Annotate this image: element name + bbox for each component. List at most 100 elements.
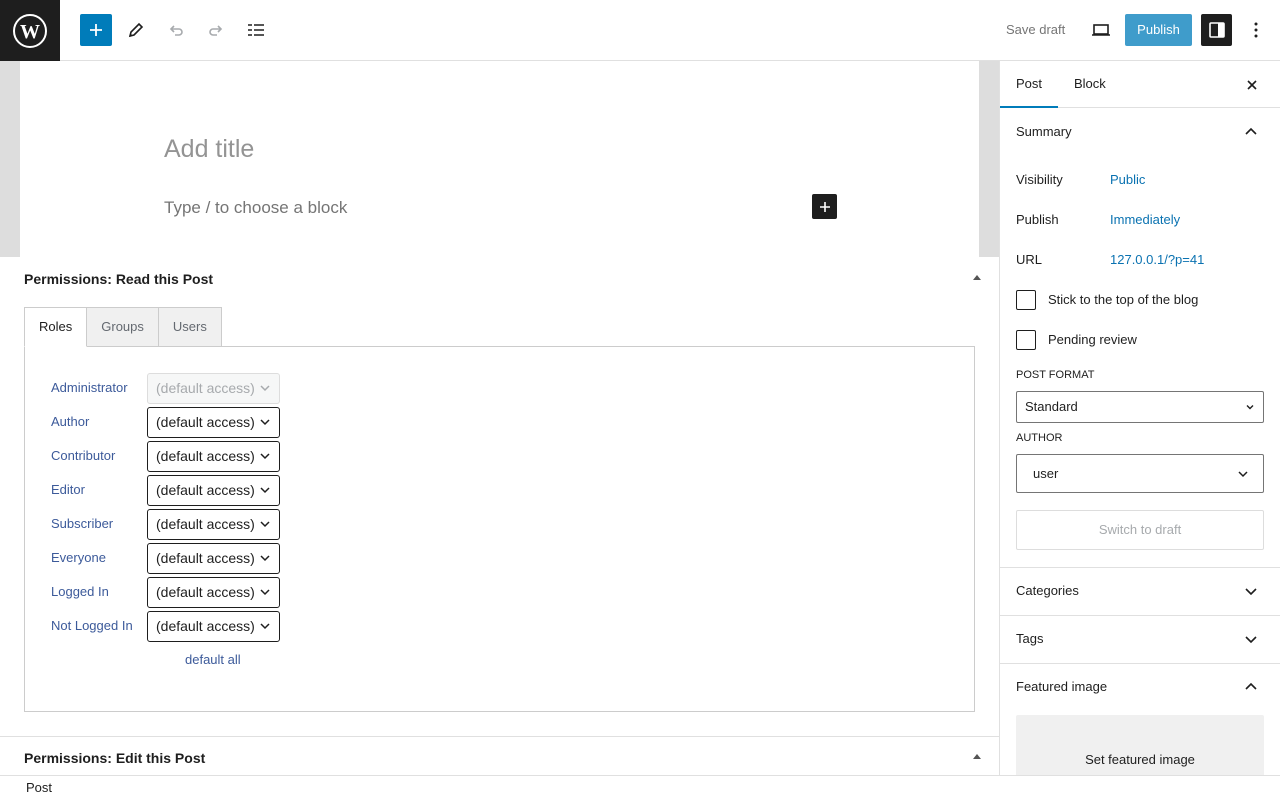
chevron-down-icon	[260, 487, 270, 494]
role-access-value: (default access)	[156, 482, 255, 498]
editor-canvas: Add title Type / to choose a block	[20, 61, 979, 257]
role-row: Subscriber (default access)	[51, 509, 291, 540]
role-access-select[interactable]: (default access)	[147, 577, 280, 608]
role-access-value: (default access)	[156, 448, 255, 464]
tab-block[interactable]: Block	[1074, 61, 1106, 108]
role-row: Administrator (default access)	[51, 373, 291, 404]
author-select[interactable]: user	[1016, 454, 1264, 493]
role-access-value: (default access)	[156, 584, 255, 600]
meta-boxes-area: Permissions: Read this Post Roles Groups…	[0, 257, 999, 775]
role-access-select[interactable]: (default access)	[147, 543, 280, 574]
breadcrumb-post[interactable]: Post	[26, 780, 52, 795]
metabox-edit-title: Permissions: Edit this Post	[24, 750, 206, 766]
pending-row: Pending review	[1016, 330, 1266, 350]
set-featured-image-label: Set featured image	[1085, 752, 1195, 767]
role-access-select[interactable]: (default access)	[147, 441, 280, 472]
role-access-value: (default access)	[156, 550, 255, 566]
metabox-read-header[interactable]: Permissions: Read this Post	[0, 257, 999, 301]
role-label: Editor	[51, 482, 85, 497]
role-label: Logged In	[51, 584, 109, 599]
tags-panel-header[interactable]: Tags	[1000, 615, 1280, 663]
settings-sidebar: Post Block Summary Visibility Public Pub…	[999, 61, 1280, 775]
featured-image-title: Featured image	[1016, 679, 1108, 694]
publish-button[interactable]: Publish	[1125, 14, 1192, 46]
post-format-label: POST FORMAT	[1016, 369, 1095, 381]
chevron-up-icon	[1245, 127, 1257, 135]
role-access-select[interactable]: (default access)	[147, 475, 280, 506]
chevron-down-icon	[260, 453, 270, 460]
url-label: URL	[1016, 252, 1043, 267]
chevron-down-icon	[260, 589, 270, 596]
undo-icon[interactable]	[160, 14, 192, 46]
summary-title: Summary	[1016, 124, 1072, 139]
add-block-button[interactable]	[80, 14, 112, 46]
chevron-down-icon	[1245, 636, 1257, 644]
chevron-down-icon	[1246, 405, 1254, 410]
post-format-select[interactable]: Standard	[1016, 391, 1264, 423]
inline-add-block-button[interactable]	[812, 194, 837, 219]
role-label: Not Logged In	[51, 618, 133, 633]
role-access-value: (default access)	[156, 618, 255, 634]
editor-canvas-area: Add title Type / to choose a block	[0, 61, 999, 257]
visibility-link[interactable]: Public	[1110, 172, 1145, 187]
categories-panel-header[interactable]: Categories	[1000, 567, 1280, 615]
url-link[interactable]: 127.0.0.1/?p=41	[1110, 252, 1204, 267]
post-title-input[interactable]: Add title	[164, 135, 254, 164]
pending-label: Pending review	[1048, 332, 1137, 347]
featured-image-panel-header[interactable]: Featured image	[1000, 663, 1280, 711]
tab-roles[interactable]: Roles	[24, 307, 88, 347]
collapse-caret-icon[interactable]	[973, 275, 981, 280]
tab-users[interactable]: Users	[157, 307, 222, 347]
chevron-down-icon	[1245, 588, 1257, 596]
metabox-read-title: Permissions: Read this Post	[24, 271, 214, 287]
chevron-up-icon	[1245, 682, 1257, 690]
publish-row: Publish Immediately	[1016, 210, 1266, 230]
sticky-label: Stick to the top of the blog	[1048, 292, 1199, 307]
role-row: Author (default access)	[51, 407, 291, 438]
role-row: Logged In (default access)	[51, 577, 291, 608]
role-label: Contributor	[51, 448, 116, 463]
categories-title: Categories	[1016, 583, 1079, 598]
role-access-select[interactable]: (default access)	[147, 407, 280, 438]
metabox-edit-header[interactable]: Permissions: Edit this Post	[0, 736, 999, 775]
post-format-value: Standard	[1025, 399, 1078, 414]
role-access-select[interactable]: (default access)	[147, 611, 280, 642]
chevron-down-icon	[260, 623, 270, 630]
block-placeholder[interactable]: Type / to choose a block	[164, 198, 347, 218]
role-access-select[interactable]: (default access)	[147, 373, 280, 404]
role-label: Author	[51, 414, 90, 429]
pending-review-checkbox[interactable]	[1016, 330, 1036, 350]
collapse-caret-icon[interactable]	[973, 754, 981, 759]
switch-to-draft-button[interactable]: Switch to draft	[1016, 510, 1264, 550]
role-access-select[interactable]: (default access)	[147, 509, 280, 540]
tab-groups[interactable]: Groups	[86, 307, 159, 347]
save-draft-button[interactable]: Save draft	[1006, 14, 1065, 46]
default-all-link[interactable]: default all	[185, 652, 241, 667]
role-row: Not Logged In (default access)	[51, 611, 291, 642]
preview-icon[interactable]	[1085, 14, 1117, 46]
sticky-checkbox[interactable]	[1016, 290, 1036, 310]
role-label: Everyone	[51, 550, 106, 565]
visibility-label: Visibility	[1016, 172, 1063, 187]
role-row: Everyone (default access)	[51, 543, 291, 574]
role-access-value: (default access)	[156, 414, 255, 430]
edit-pencil-icon[interactable]	[120, 14, 152, 46]
breadcrumb-bar: Post	[0, 775, 1280, 800]
svg-text:W: W	[20, 21, 40, 43]
sticky-row: Stick to the top of the blog	[1016, 290, 1266, 310]
settings-sidebar-icon[interactable]	[1201, 14, 1232, 46]
role-label: Subscriber	[51, 516, 114, 531]
summary-panel-header[interactable]: Summary	[1000, 108, 1280, 156]
role-access-value: (default access)	[156, 380, 255, 396]
role-row: Contributor (default access)	[51, 441, 291, 472]
wordpress-logo-icon[interactable]: W	[0, 0, 60, 61]
permission-tabs: Roles Groups Users	[24, 307, 222, 347]
chevron-down-icon	[260, 419, 270, 426]
more-options-icon[interactable]	[1244, 14, 1268, 46]
document-overview-icon[interactable]	[240, 14, 272, 46]
close-icon[interactable]	[1240, 73, 1264, 97]
tab-post[interactable]: Post	[1000, 61, 1059, 108]
redo-icon[interactable]	[200, 14, 232, 46]
set-featured-image-button[interactable]: Set featured image	[1016, 715, 1264, 775]
publish-date-link[interactable]: Immediately	[1110, 212, 1180, 227]
